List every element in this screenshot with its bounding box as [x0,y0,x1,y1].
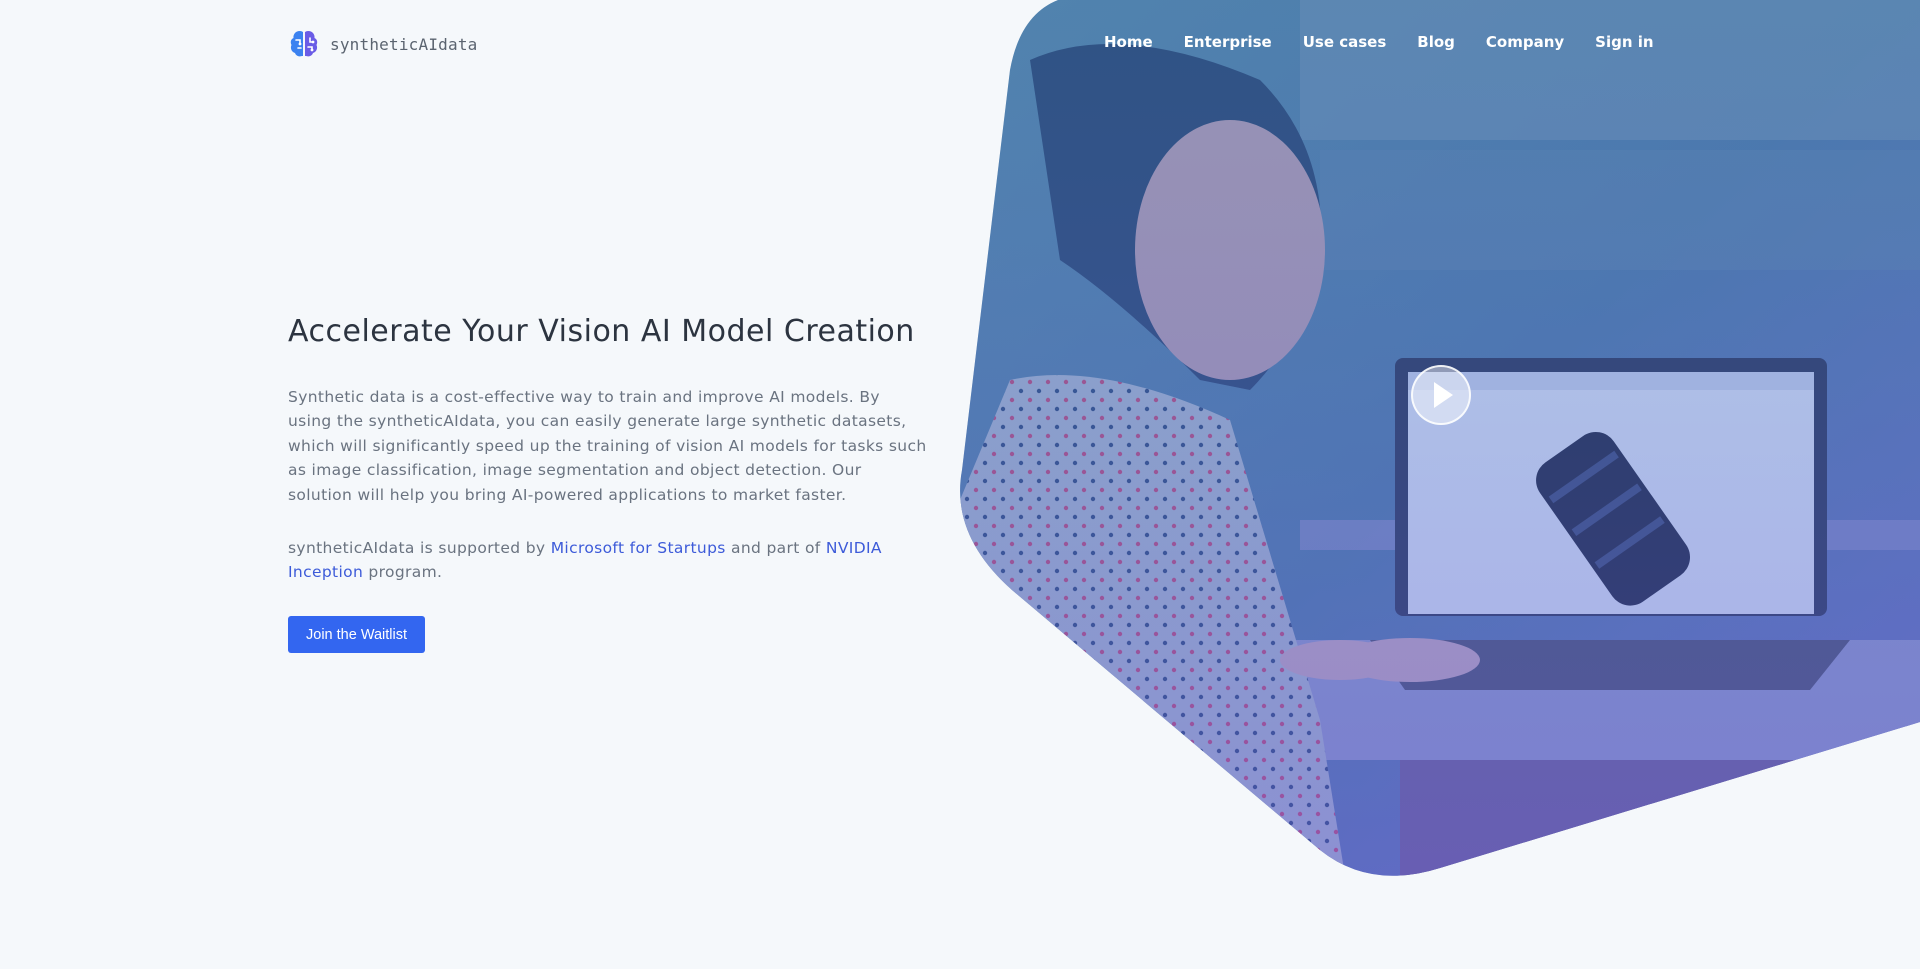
nav-use-cases[interactable]: Use cases [1303,33,1387,51]
brand-logo[interactable]: syntheticAIdata [288,28,478,60]
nav-company[interactable]: Company [1486,33,1564,51]
brand-name: syntheticAIdata [330,34,478,54]
supported-middle: and part of [725,539,826,557]
nav-blog[interactable]: Blog [1417,33,1455,51]
nav-home[interactable]: Home [1104,33,1153,51]
nav-sign-in[interactable]: Sign in [1595,33,1653,51]
brain-icon [290,31,318,57]
supported-prefix: syntheticAIdata is supported by [288,539,551,557]
play-icon [1434,382,1453,408]
supported-suffix: program. [363,563,443,582]
hero-lead: Synthetic data is a cost-effective way t… [288,388,927,504]
nav-enterprise[interactable]: Enterprise [1184,33,1272,51]
hero-supported-text: syntheticAIdata is supported by Microsof… [288,536,928,585]
main-nav: Home Enterprise Use cases Blog Company S… [1104,33,1654,51]
join-waitlist-button[interactable]: Join the Waitlist [288,616,425,653]
microsoft-startups-link[interactable]: Microsoft for Startups [551,539,726,557]
video-play-button[interactable] [1411,365,1471,425]
hero-headline: Accelerate Your Vision AI Model Creation [288,314,915,349]
